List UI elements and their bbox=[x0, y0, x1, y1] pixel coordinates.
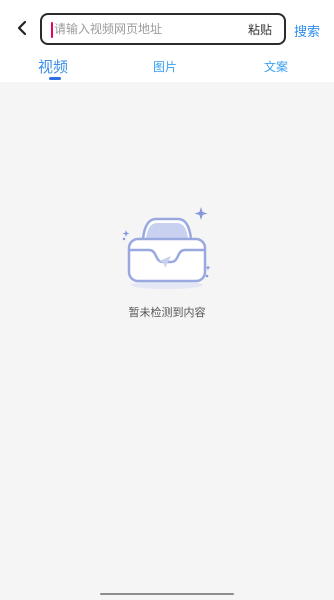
text-cursor bbox=[51, 22, 53, 38]
empty-inbox-icon bbox=[122, 207, 211, 289]
active-tab-indicator bbox=[49, 77, 61, 80]
tab-images[interactable]: 图片 bbox=[153, 58, 177, 75]
home-indicator bbox=[100, 593, 234, 595]
empty-state-message: 暂未检测到内容 bbox=[128, 306, 206, 319]
screen: 粘贴 搜索 视频 图片 文案 暂未检测到内容 bbox=[0, 0, 334, 600]
paste-button[interactable]: 粘贴 bbox=[248, 21, 272, 38]
top-bar: 粘贴 搜索 bbox=[0, 0, 334, 54]
tab-copywriting[interactable]: 文案 bbox=[264, 58, 288, 75]
search-button[interactable]: 搜索 bbox=[294, 21, 320, 40]
back-button[interactable] bbox=[12, 18, 32, 38]
tab-video[interactable]: 视频 bbox=[38, 56, 68, 77]
chevron-left-icon bbox=[17, 20, 27, 36]
url-search-box[interactable]: 粘贴 bbox=[40, 13, 286, 45]
url-input[interactable] bbox=[54, 19, 232, 39]
